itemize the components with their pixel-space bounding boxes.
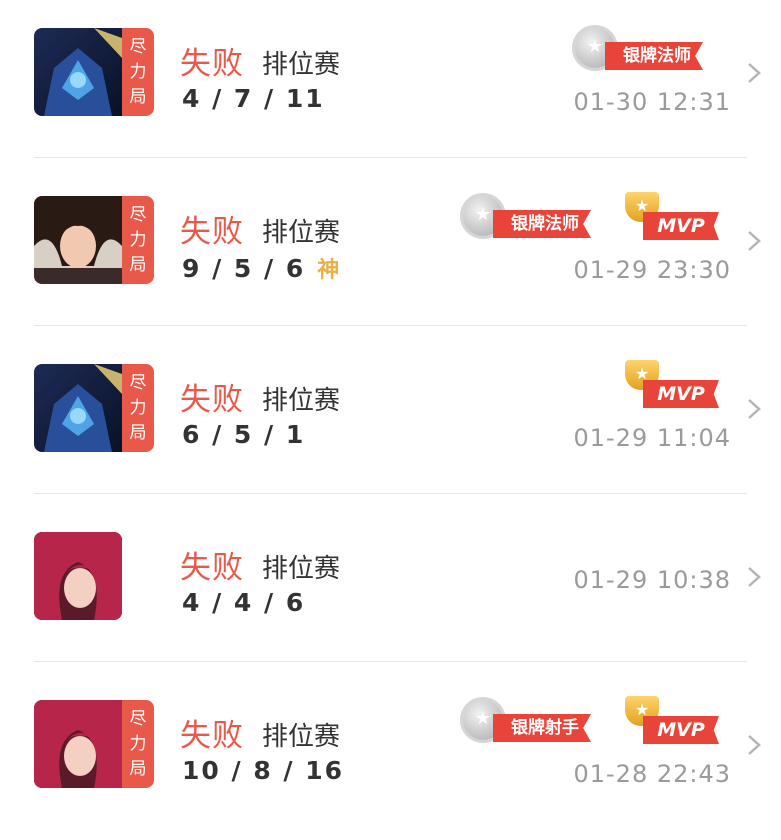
match-time: 01-29 10:38 [573,566,731,594]
match-row[interactable]: 尽力局 失败 排位赛 4 / 7 / 11 ★ 银牌法师 01-30 12:31 [0,0,781,168]
divider [34,157,747,158]
rank-badge: ★ 银牌法师 [575,28,725,72]
hero-portrait-icon [34,196,122,284]
kda: 6 / 5 / 1 [182,420,306,449]
rank-badge: ★ 银牌法师 [463,196,613,240]
kda: 4 / 4 / 6 [182,588,306,617]
match-result: 失败 [180,382,244,418]
match-mode: 排位赛 [262,386,341,416]
kda: 10 / 8 / 16 [182,756,345,785]
hero-avatar: 尽力局 [34,28,154,116]
match-result: 失败 [180,46,244,82]
chevron-right-icon[interactable] [743,730,765,760]
divider [34,493,747,494]
effort-tag: 尽力局 [122,28,154,116]
match-mode: 排位赛 [262,218,341,248]
effort-tag: 尽力局 [122,364,154,452]
match-mode: 排位赛 [262,50,341,80]
match-mode: 排位赛 [262,722,341,752]
match-time: 01-29 23:30 [573,256,731,284]
chevron-right-icon[interactable] [743,226,765,256]
hero-avatar: 尽力局 [34,196,154,284]
effort-tag: 尽力局 [122,196,154,284]
match-time: 01-29 11:04 [573,424,731,452]
chevron-right-icon[interactable] [743,562,765,592]
match-result: 失败 [180,214,244,250]
mvp-badge: ★ MVP [619,360,725,410]
effort-tag: 尽力局 [122,700,154,788]
match-row[interactable]: 失败 排位赛 4 / 4 / 6 01-29 10:38 [0,504,781,672]
hero-portrait-icon [34,28,122,116]
match-time: 01-30 12:31 [573,88,731,116]
divider [34,325,747,326]
match-result: 失败 [180,718,244,754]
hero-portrait-icon [34,364,122,452]
hero-avatar: 尽力局 [34,700,154,788]
divider [34,661,747,662]
mvp-badge: ★ MVP [619,192,725,242]
hero-portrait-icon [34,700,122,788]
match-time: 01-28 22:43 [573,760,731,788]
mvp-badge: ★ MVP [619,696,725,746]
match-row[interactable]: 尽力局 失败 排位赛 10 / 8 / 16 ★ 银牌射手 ★ MVP 01-2… [0,672,781,840]
match-result: 失败 [180,550,244,586]
rank-badge: ★ 银牌射手 [463,700,613,744]
hero-avatar: 尽力局 [34,364,154,452]
hero-portrait-icon [34,532,122,620]
kda: 4 / 7 / 11 [182,84,325,113]
chevron-right-icon[interactable] [743,58,765,88]
match-row[interactable]: 尽力局 失败 排位赛 9 / 5 / 6神 ★ 银牌法师 ★ MVP 01-29… [0,168,781,336]
kda: 9 / 5 / 6神 [182,254,342,283]
match-mode: 排位赛 [262,554,341,584]
match-row[interactable]: 尽力局 失败 排位赛 6 / 5 / 1 ★ MVP 01-29 11:04 [0,336,781,504]
chevron-right-icon[interactable] [743,394,765,424]
god-label: 神 [317,258,342,283]
hero-avatar [34,532,122,620]
